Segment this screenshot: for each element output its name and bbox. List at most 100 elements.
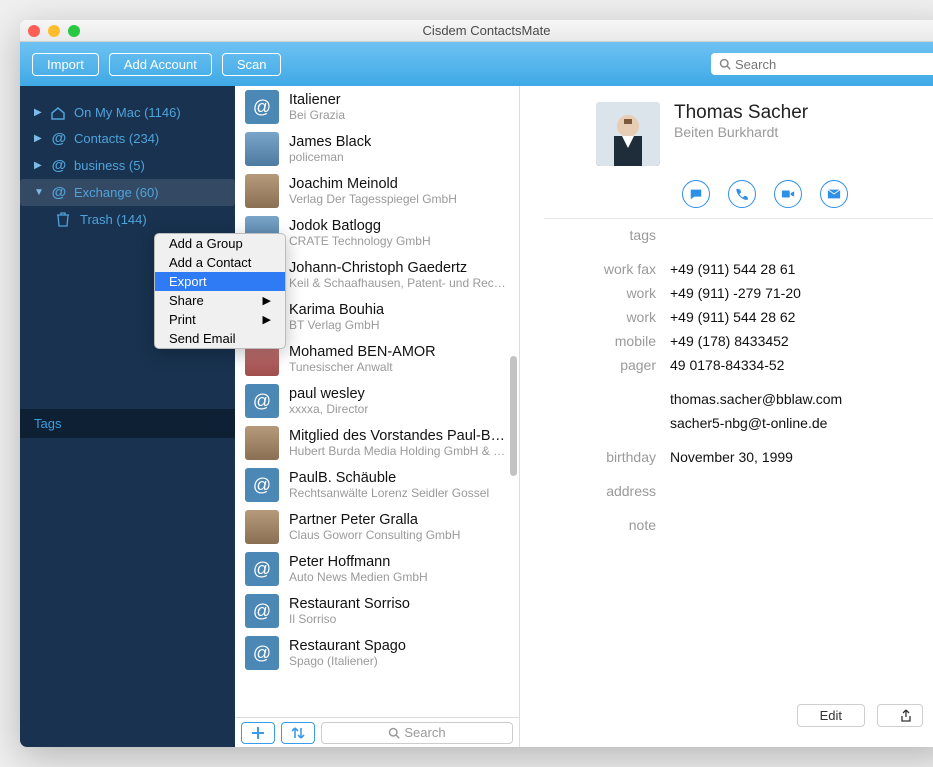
scrollbar[interactable]	[510, 356, 517, 476]
field-label: birthday	[520, 449, 670, 465]
contact-row[interactable]: James Blackpoliceman	[235, 128, 519, 170]
contact-subtitle: Auto News Medien GmbH	[289, 570, 428, 584]
contact-name: Karima Bouhia	[289, 302, 384, 318]
disclosure-icon: ▶	[34, 133, 44, 144]
at-icon: @	[50, 157, 68, 174]
contact-subtitle: Spago (Italiener)	[289, 654, 406, 668]
field-label: address	[520, 483, 670, 499]
detail-company: Beiten Burkhardt	[674, 124, 808, 140]
menu-item-label: Share	[169, 293, 204, 308]
contact-subtitle: CRATE Technology GmbH	[289, 234, 431, 248]
detail-name: Thomas Sacher	[674, 102, 808, 124]
field-row: sacher5-nbg@t-online.de	[520, 411, 933, 435]
contacts-column: ItalienerBei GraziaJames BlackpolicemanJ…	[235, 86, 520, 747]
contact-subtitle: Il Sorriso	[289, 612, 410, 626]
contact-name: Restaurant Spago	[289, 638, 406, 654]
edit-button[interactable]: Edit	[797, 704, 865, 727]
share-button[interactable]	[877, 704, 923, 727]
contact-row[interactable]: Mitglied des Vorstandes Paul-Bernh...Hub…	[235, 422, 519, 464]
contact-row[interactable]: paul wesleyxxxxa, Director	[235, 380, 519, 422]
sidebar-item-label: Exchange (60)	[74, 185, 159, 200]
home-icon	[50, 106, 68, 120]
video-button[interactable]	[774, 180, 802, 208]
add-account-button[interactable]: Add Account	[109, 53, 212, 76]
window-title: Cisdem ContactsMate	[20, 23, 933, 38]
field-label: work	[520, 285, 670, 301]
contact-avatar	[245, 510, 279, 544]
menu-item-add-a-group[interactable]: Add a Group	[155, 234, 285, 253]
menu-item-export[interactable]: Export	[155, 272, 285, 291]
contact-name: Italiener	[289, 92, 345, 108]
sidebar-item-1[interactable]: ▶@Contacts (234)	[20, 125, 235, 152]
sidebar-item-label: Trash (144)	[80, 212, 147, 227]
add-contact-button[interactable]	[241, 722, 275, 744]
sidebar-item-2[interactable]: ▶@business (5)	[20, 152, 235, 179]
tags-header[interactable]: Tags	[20, 409, 235, 438]
context-menu[interactable]: Add a Group Add a Contact Export Share▶Prin…	[154, 233, 286, 349]
contact-subtitle: Keil & Schaafhausen, Patent- und Rechtsa…	[289, 276, 509, 290]
contact-row[interactable]: Peter HoffmannAuto News Medien GmbH	[235, 548, 519, 590]
disclosure-icon: ▼	[34, 187, 44, 198]
contact-name: PaulB. Schäuble	[289, 470, 489, 486]
message-button[interactable]	[682, 180, 710, 208]
window-controls	[28, 25, 80, 37]
field-value: November 30, 1999	[670, 449, 793, 465]
contact-name: Jodok Batlogg	[289, 218, 431, 234]
contacts-list[interactable]: ItalienerBei GraziaJames BlackpolicemanJ…	[235, 86, 519, 717]
contact-row[interactable]: Partner Peter GrallaClaus Goworr Consult…	[235, 506, 519, 548]
search-input[interactable]	[735, 57, 933, 72]
scan-button[interactable]: Scan	[222, 53, 282, 76]
menu-item-label: Send Email	[169, 331, 235, 346]
menu-item-send-email[interactable]: Send Email	[155, 329, 285, 348]
menu-item-label: Add a Contact	[169, 255, 251, 270]
field-label: note	[520, 517, 670, 533]
disclosure-icon: ▶	[34, 160, 44, 171]
contact-row[interactable]: ItalienerBei Grazia	[235, 86, 519, 128]
contact-subtitle: Claus Goworr Consulting GmbH	[289, 528, 460, 542]
import-button[interactable]: Import	[32, 53, 99, 76]
field-label: work fax	[520, 261, 670, 277]
field-value: 49 0178-84334-52	[670, 357, 784, 373]
list-search[interactable]: Search	[321, 722, 513, 744]
sidebar-item-0[interactable]: ▶On My Mac (1146)	[20, 100, 235, 125]
field-value: +49 (178) 8433452	[670, 333, 789, 349]
minimize-window-button[interactable]	[48, 25, 60, 37]
contact-row[interactable]: Joachim MeinoldVerlag Der Tagesspiegel G…	[235, 170, 519, 212]
contact-avatar	[245, 636, 279, 670]
contact-avatar	[245, 426, 279, 460]
field-value: +49 (911) -279 71-20	[670, 285, 801, 301]
detail-actions	[520, 166, 933, 218]
search-field[interactable]	[711, 53, 933, 75]
contact-avatar	[245, 90, 279, 124]
contact-name: Restaurant Sorriso	[289, 596, 410, 612]
zoom-window-button[interactable]	[68, 25, 80, 37]
sidebar-item-3[interactable]: ▼ @ Exchange (60)	[20, 179, 235, 206]
field-row: work+49 (911) -279 71-20	[520, 281, 933, 305]
contact-subtitle: Tunesischer Anwalt	[289, 360, 436, 374]
contact-name: paul wesley	[289, 386, 368, 402]
contact-row[interactable]: Restaurant SorrisoIl Sorriso	[235, 590, 519, 632]
sort-button[interactable]	[281, 722, 315, 744]
menu-item-print[interactable]: Print▶	[155, 310, 285, 329]
menu-item-add-a-contact[interactable]: Add a Contact	[155, 253, 285, 272]
field-row: work fax+49 (911) 544 28 61	[520, 247, 933, 281]
search-icon	[719, 58, 731, 70]
menu-item-label: Export	[169, 274, 207, 289]
field-row: birthdayNovember 30, 1999	[520, 435, 933, 469]
email-button[interactable]	[820, 180, 848, 208]
field-value: sacher5-nbg@t-online.de	[670, 415, 827, 431]
trash-icon	[56, 211, 74, 227]
contact-subtitle: BT Verlag GmbH	[289, 318, 384, 332]
contact-row[interactable]: PaulB. SchäubleRechtsanwälte Lorenz Seid…	[235, 464, 519, 506]
close-window-button[interactable]	[28, 25, 40, 37]
sidebar-item-4[interactable]: Trash (144)	[20, 206, 235, 232]
contact-avatar	[245, 594, 279, 628]
menu-item-share[interactable]: Share▶	[155, 291, 285, 310]
call-button[interactable]	[728, 180, 756, 208]
toolbar: Import Add Account Scan	[20, 42, 933, 86]
contact-name: Johann-Christoph Gaedertz	[289, 260, 509, 276]
at-icon: @	[50, 184, 68, 201]
contact-subtitle: Bei Grazia	[289, 108, 345, 122]
contact-row[interactable]: Restaurant SpagoSpago (Italiener)	[235, 632, 519, 674]
field-row: work+49 (911) 544 28 62	[520, 305, 933, 329]
